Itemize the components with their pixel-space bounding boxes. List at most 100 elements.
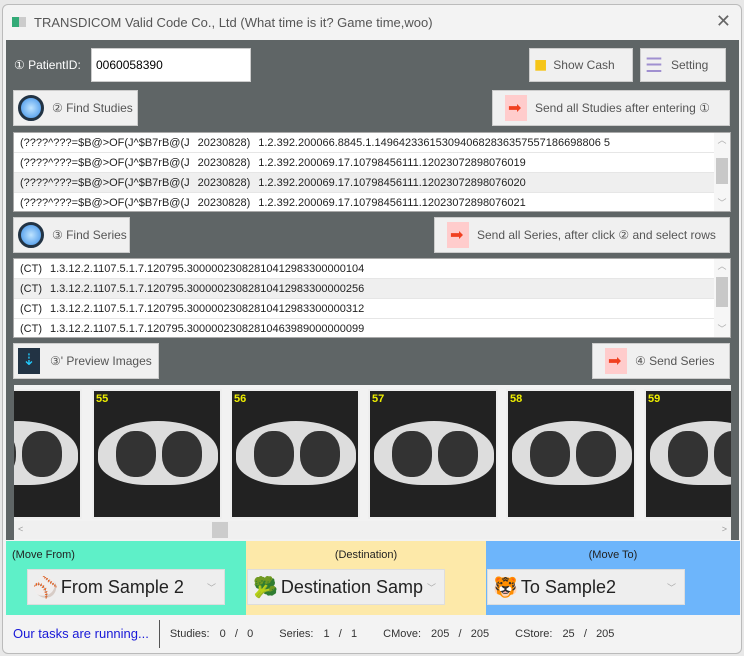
app-window: TRANSDICOM Valid Code Co., Ltd (What tim… xyxy=(2,4,742,654)
series-row[interactable]: (CT) 1.3.12.2.1107.5.1.7.120795.300000230… xyxy=(14,319,730,337)
series-modality: (CT) xyxy=(20,303,42,315)
destination-select[interactable]: 🥦 Destination Samp ﹀ xyxy=(247,569,445,605)
series-uid: 1.3.12.2.1107.5.1.7.120795.3000002308281… xyxy=(50,263,365,275)
move-from-select[interactable]: ⚾ From Sample 2 ﹀ xyxy=(27,569,225,605)
title-bar: TRANSDICOM Valid Code Co., Ltd (What tim… xyxy=(3,5,741,39)
move-from-label: (Move From) xyxy=(12,549,75,561)
setting-label: Setting xyxy=(670,58,709,72)
study-date: 20230828) xyxy=(197,177,251,189)
chevron-down-icon: ﹀ xyxy=(206,582,216,593)
study-uid: 1.2.392.200066.8845.1.149642336153094068… xyxy=(258,137,610,149)
series-modality: (CT) xyxy=(20,323,42,335)
image-number: 55 xyxy=(96,393,109,405)
move-to-panel: (Move To) 🐯 To Sample2 ﹀ xyxy=(486,541,740,615)
study-patient-name: (????^???=$B@>OF(J^$B7rB@(J xyxy=(20,197,190,209)
studies-list[interactable]: (????^???=$B@>OF(J^$B7rB@(J 20230828) 1.2.… xyxy=(13,132,731,212)
chevron-down-icon: ﹀ xyxy=(426,582,436,593)
study-date: 20230828) xyxy=(197,157,251,169)
study-row[interactable]: (????^???=$B@>OF(J^$B7rB@(J 20230828) 1.2.… xyxy=(14,153,730,173)
find-series-label: ③ Find Series xyxy=(52,228,127,242)
series-uid: 1.3.12.2.1107.5.1.7.120795.3000002308281… xyxy=(50,303,365,315)
setting-button[interactable]: ☰ Setting xyxy=(640,48,726,82)
series-row[interactable]: (CT) 1.3.12.2.1107.5.1.7.120795.300000230… xyxy=(14,259,730,279)
running-status: Our tasks are running... xyxy=(3,620,160,648)
move-from-value: From Sample 2 xyxy=(60,576,184,597)
study-patient-name: (????^???=$B@>OF(J^$B7rB@(J xyxy=(20,137,190,149)
series-uid: 1.3.12.2.1107.5.1.7.120795.3000002308281… xyxy=(50,323,365,335)
send-all-series-label: Send all Series, after click ② and selec… xyxy=(477,228,716,242)
study-patient-name: (????^???=$B@>OF(J^$B7rB@(J xyxy=(20,177,190,189)
ct-image-thumbnail[interactable]: 57 xyxy=(368,389,498,519)
study-row[interactable]: (????^???=$B@>OF(J^$B7rB@(J 20230828) 1.2.… xyxy=(14,133,730,153)
studies-count: 0 / 0 xyxy=(219,628,254,640)
main-panel: ① PatientID: ■ Show Cash ☰ Setting ② Fin… xyxy=(6,40,739,541)
series-uid: 1.3.12.2.1107.5.1.7.120795.3000002308281… xyxy=(50,283,365,295)
study-row[interactable]: (????^???=$B@>OF(J^$B7rB@(J 20230828) 1.2.… xyxy=(14,173,730,193)
preview-horizontal-scrollbar[interactable]: < > xyxy=(14,521,731,539)
patient-id-label: ① PatientID: xyxy=(14,58,81,72)
send-all-studies-label: Send all Studies after entering ① xyxy=(535,101,710,115)
destination-label: (Destination) xyxy=(334,549,398,561)
move-to-label: (Move To) xyxy=(588,549,638,561)
study-date: 20230828) xyxy=(197,137,251,149)
series-scrollbar[interactable]: ︿ ﹀ xyxy=(714,259,730,337)
series-list[interactable]: (CT) 1.3.12.2.1107.5.1.7.120795.300000230… xyxy=(13,258,731,338)
image-number: 59 xyxy=(648,393,661,405)
arrow-right-icon xyxy=(505,95,527,121)
series-row[interactable]: (CT) 1.3.12.2.1107.5.1.7.120795.300000230… xyxy=(14,279,730,299)
image-number: 56 xyxy=(234,393,247,405)
chevron-down-icon: ﹀ xyxy=(666,582,676,593)
preview-images-button[interactable]: ⇣ ③' Preview Images xyxy=(13,343,159,379)
study-uid: 1.2.392.200069.17.10798456111.1202307289… xyxy=(258,177,526,189)
send-all-series-button[interactable]: Send all Series, after click ② and selec… xyxy=(434,217,730,253)
arrow-right-icon xyxy=(447,222,469,248)
folder-icon: ■ xyxy=(534,52,548,77)
patient-id-input[interactable] xyxy=(91,48,251,82)
cmove-count: 205 / 205 xyxy=(431,628,490,640)
arrow-right-icon xyxy=(605,348,627,374)
send-all-studies-button[interactable]: Send all Studies after entering ① xyxy=(492,90,730,126)
send-series-button[interactable]: ④ Send Series xyxy=(592,343,730,379)
ct-image-thumbnail[interactable]: 58 xyxy=(506,389,636,519)
image-preview-strip[interactable]: 55 56 57 58 59 < > xyxy=(14,385,731,541)
ct-image-thumbnail[interactable] xyxy=(14,389,82,519)
app-logo-icon xyxy=(12,17,26,27)
study-date: 20230828) xyxy=(197,197,251,209)
cstore-count: 25 / 205 xyxy=(562,628,615,640)
study-uid: 1.2.392.200069.17.10798456111.1202307289… xyxy=(258,197,526,209)
destination-value: Destination Samp xyxy=(280,576,423,597)
window-title: TRANSDICOM Valid Code Co., Ltd (What tim… xyxy=(34,14,433,30)
preview-images-label: ③' Preview Images xyxy=(50,354,152,368)
show-cash-label: Show Cash xyxy=(553,58,615,72)
find-series-button[interactable]: ③ Find Series xyxy=(13,217,130,253)
series-modality: (CT) xyxy=(20,263,42,275)
move-to-select[interactable]: 🐯 To Sample2 ﹀ xyxy=(487,569,685,605)
studies-scrollbar[interactable]: ︿ ﹀ xyxy=(714,133,730,211)
status-bar: Our tasks are running... Studies: 0 / 0 S… xyxy=(3,615,741,653)
ct-image-thumbnail[interactable]: 55 xyxy=(92,389,222,519)
study-uid: 1.2.392.200069.17.10798456111.1202307289… xyxy=(258,157,526,169)
cstore-count-label: CStore: xyxy=(515,628,553,640)
find-studies-button[interactable]: ② Find Studies xyxy=(13,90,138,126)
ct-image-thumbnail[interactable]: 56 xyxy=(230,389,360,519)
search-icon xyxy=(18,95,44,121)
cmove-count-label: CMove: xyxy=(383,628,422,640)
close-icon[interactable]: ✕ xyxy=(716,11,731,32)
image-number: 58 xyxy=(510,393,523,405)
series-row[interactable]: (CT) 1.3.12.2.1107.5.1.7.120795.300000230… xyxy=(14,299,730,319)
ct-image-thumbnail[interactable]: 59 xyxy=(644,389,731,519)
series-modality: (CT) xyxy=(20,283,42,295)
send-series-label: ④ Send Series xyxy=(635,354,715,368)
series-count-label: Series: xyxy=(279,628,314,640)
preview-icon: ⇣ xyxy=(18,348,40,374)
tiger-icon: 🐯 xyxy=(493,576,518,599)
move-to-value: To Sample2 xyxy=(520,576,616,597)
show-cash-button[interactable]: ■ Show Cash xyxy=(529,48,633,82)
series-count: 1 / 1 xyxy=(323,628,358,640)
find-studies-label: ② Find Studies xyxy=(52,101,133,115)
settings-gear-icon: ☰ xyxy=(645,54,663,77)
destination-panel: (Destination) 🥦 Destination Samp ﹀ xyxy=(246,541,486,615)
study-row[interactable]: (????^???=$B@>OF(J^$B7rB@(J 20230828) 1.2.… xyxy=(14,193,730,211)
search-icon xyxy=(18,222,44,248)
image-number: 57 xyxy=(372,393,385,405)
